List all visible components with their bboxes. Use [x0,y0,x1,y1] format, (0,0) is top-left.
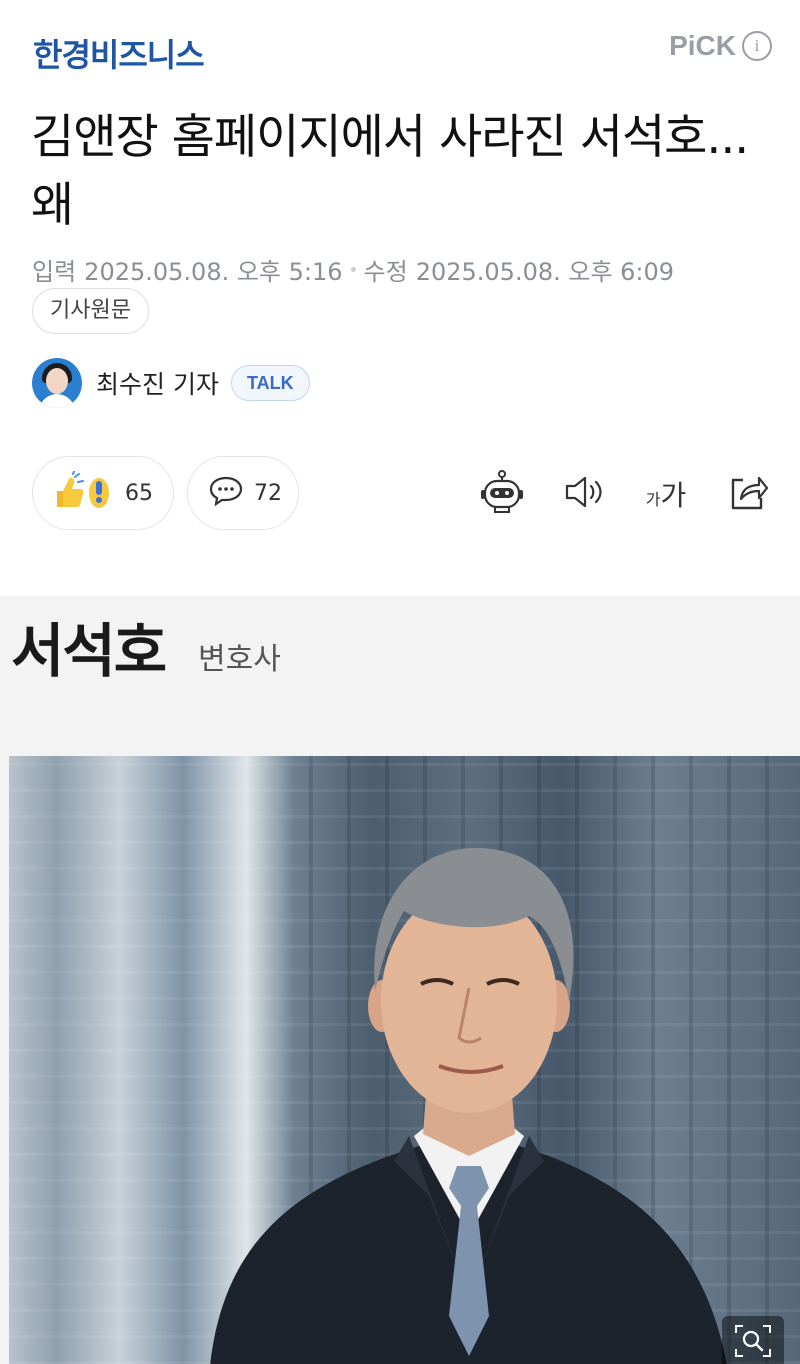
font-large-label: 가 [660,479,687,512]
comment-icon [208,475,244,511]
comment-button[interactable]: 72 [187,456,299,530]
ai-summary-button[interactable] [478,470,526,518]
share-button[interactable] [724,470,772,518]
original-article-button[interactable]: 기사원문 [32,288,149,334]
article-dates: 입력 2025.05.08. 오후 5:16 수정 2025.05.08. 오후… [32,252,674,287]
zoom-button[interactable] [722,1316,784,1364]
font-small-label: 가 [645,490,661,509]
info-icon[interactable]: i [742,31,772,61]
article-headline: 김앤장 홈페이지에서 사라진 서석호...왜 [31,110,749,233]
article-tools: 가가 [478,470,772,518]
font-size-icon: 가가 [646,474,687,514]
profile-name: 서석호 [11,617,167,685]
reaction-button[interactable]: 65 [32,456,174,530]
input-date: 2025.05.08. 오후 5:16 [84,258,343,286]
person-illustration [210,847,727,1364]
talk-button[interactable]: TALK [230,365,310,401]
share-icon [727,472,769,516]
font-size-button[interactable]: 가가 [642,470,690,518]
listen-button[interactable] [560,470,608,518]
input-label: 입력 [32,258,77,286]
comment-count: 72 [254,480,282,506]
article-image-section: 서석호 변호사 [0,596,800,1364]
pick-label: PiCK [669,30,736,61]
author-name[interactable]: 최수진 기자 [96,365,219,401]
reaction-icon [51,470,115,515]
reaction-count: 65 [125,480,153,506]
zoom-icon [734,1324,772,1362]
profile-photo[interactable] [9,756,800,1364]
brand-logo[interactable]: 한경비즈니스 [33,30,205,76]
author-avatar[interactable] [32,358,82,408]
modified-label: 수정 [363,258,408,286]
date-separator [350,267,356,272]
pick-badge[interactable]: PiCK i [669,30,772,62]
author-row[interactable]: 최수진 기자 TALK [32,358,310,408]
speaker-icon [562,472,606,516]
profile-title: 변호사 [198,642,281,677]
ai-robot-icon [478,468,526,520]
modified-date: 2025.05.08. 오후 6:09 [415,258,675,286]
